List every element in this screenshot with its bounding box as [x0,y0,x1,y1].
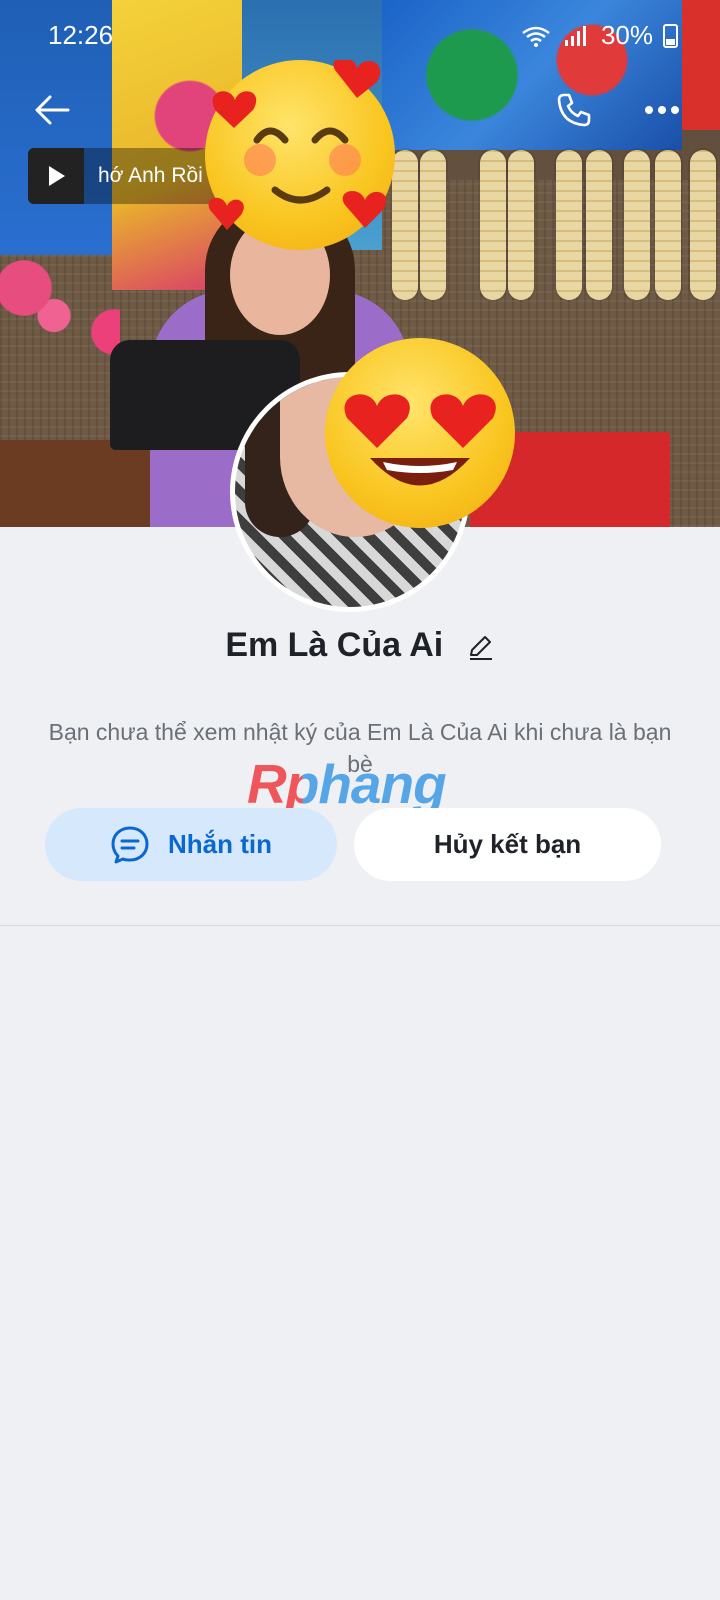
cover-corn [556,150,582,300]
wifi-icon [522,26,550,47]
profile-music[interactable]: hớ Anh Rồi [28,148,218,204]
cover-roses [0,255,120,365]
phone-icon [557,93,591,127]
back-button[interactable] [28,86,76,134]
cover-corn [586,150,612,300]
cover-corn [690,150,716,300]
sticker-drawing [344,394,496,486]
pencil-icon[interactable] [467,633,495,661]
cover-corn [655,150,681,300]
call-button[interactable] [550,86,598,134]
battery-icon [663,23,678,48]
heart-eyes-face-icon [325,338,515,528]
more-button[interactable] [638,86,686,134]
signal-icon [564,25,586,46]
music-thumbnail [28,148,84,204]
smiling-face-with-hearts-icon [205,57,395,250]
unfriend-button-label: Hủy kết bạn [433,829,582,859]
section-divider [0,925,720,926]
play-icon [49,166,65,186]
profile-name-text: Em Là Của Ai [225,626,444,664]
music-title: hớ Anh Rồi [98,164,203,187]
cover-corn [420,150,446,300]
profile-name: Em Là Của Ai [0,626,720,665]
cover-corn [480,150,506,300]
sticker-drawing [208,57,387,230]
battery-percent: 30% [600,20,653,50]
message-button[interactable]: Nhắn tin [45,808,337,881]
cover-corn [508,150,534,300]
unfriend-button[interactable]: Hủy kết bạn [354,808,661,881]
message-button-label: Nhắn tin [168,829,272,859]
arrow-left-icon [35,95,70,125]
status-indicators: 30% [521,20,678,51]
status-time: 12:26 [48,20,114,50]
chat-bubble-icon [111,826,149,863]
more-horizontal-icon [645,106,679,114]
cover-corn [624,150,650,300]
watermark-logo: Rphang [247,753,447,815]
